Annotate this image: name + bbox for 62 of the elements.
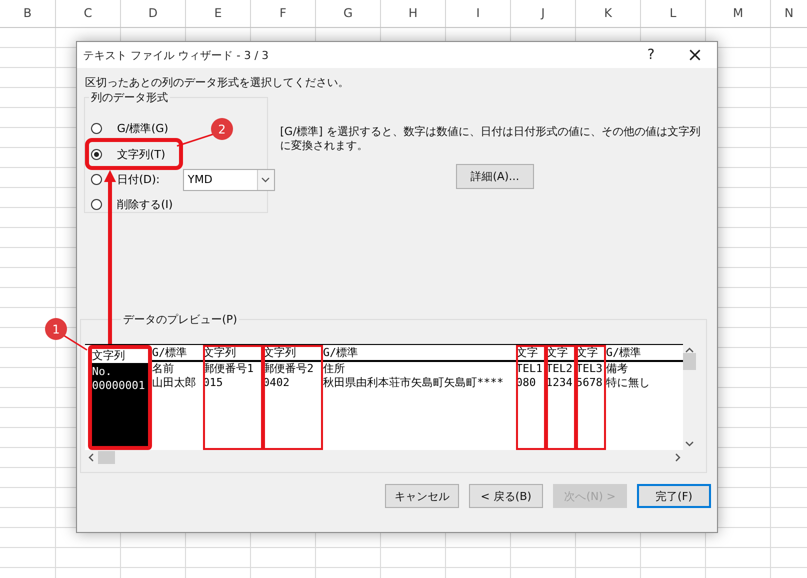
window-title: テキスト ファイル ウィザード - 3 / 3 xyxy=(83,48,270,62)
preview-column[interactable]: G/標準 備考 特に無し xyxy=(606,345,683,450)
table-cell-text: TEL1 xyxy=(516,362,544,376)
column-header[interactable]: C xyxy=(56,0,121,27)
radio-button[interactable] xyxy=(91,174,102,185)
column-header[interactable]: K xyxy=(576,0,641,27)
column-header[interactable]: D xyxy=(121,0,186,27)
group-label: 列のデータ形式 xyxy=(89,90,170,105)
scroll-up-icon[interactable] xyxy=(685,347,694,353)
column-header[interactable]: L xyxy=(641,0,706,27)
number-marker: 1 xyxy=(45,318,67,340)
radio-label[interactable]: 削除する(I) xyxy=(117,197,173,212)
date-format-dropdown[interactable]: YMD xyxy=(182,168,275,190)
column-type-header[interactable]: G/標準 xyxy=(606,345,683,362)
radio-label[interactable]: 日付(D): xyxy=(117,172,160,187)
preview-column[interactable]: G/標準 名前 山田太郎 xyxy=(152,345,203,450)
dialog-button[interactable]: 完了(F) xyxy=(637,484,711,508)
table-cell-text: 山田太郎 xyxy=(152,376,197,390)
scroll-thumb[interactable] xyxy=(98,451,115,464)
column-header[interactable]: N xyxy=(771,0,807,27)
radio-button[interactable] xyxy=(91,148,102,160)
radio-label[interactable]: G/標準(G) xyxy=(117,121,168,136)
group-label: データのプレビュー(P) xyxy=(121,312,240,327)
scroll-thumb[interactable] xyxy=(683,353,696,370)
scroll-right-icon[interactable] xyxy=(675,453,681,462)
number-marker: 2 xyxy=(211,118,233,140)
advanced-button[interactable]: 詳細(A)... xyxy=(456,164,534,189)
table-cell-text: TEL3 xyxy=(576,362,604,376)
table-cell-text: 秋田県由利本荘市矢島町矢島町**** xyxy=(323,376,504,390)
instruction-text: 区切ったあとの列のデータ形式を選択してください。 xyxy=(85,75,350,91)
radio-button[interactable] xyxy=(91,199,102,210)
scroll-left-icon[interactable] xyxy=(88,453,94,462)
dialog-button[interactable]: キャンセル xyxy=(385,484,459,508)
radio-label[interactable]: 文字列(T) xyxy=(117,146,166,162)
table-cell-text: 1234 xyxy=(546,376,574,390)
table-cell-text: No. xyxy=(92,365,113,379)
table-cell-text: 住所 xyxy=(323,362,346,376)
column-header[interactable]: E xyxy=(186,0,251,27)
help-button[interactable]: ? xyxy=(629,42,673,68)
column-header[interactable]: G xyxy=(316,0,381,27)
table-cell-text: TEL2 xyxy=(546,362,574,376)
column-type-header[interactable]: G/標準 xyxy=(152,345,203,362)
table-cell-text: 名前 xyxy=(152,362,175,376)
column-header[interactable]: I xyxy=(446,0,511,27)
column-header[interactable]: H xyxy=(381,0,446,27)
column-header[interactable]: B xyxy=(0,0,56,27)
scroll-down-icon[interactable] xyxy=(685,441,694,447)
column-header[interactable]: J xyxy=(511,0,576,27)
column-type-header[interactable]: G/標準 xyxy=(323,345,516,362)
table-cell-text: 00000001 xyxy=(92,379,146,393)
column-header[interactable]: F xyxy=(251,0,316,27)
radio-button[interactable] xyxy=(91,123,102,134)
dialog-button[interactable]: < 戻る(B) xyxy=(469,484,543,508)
description-text: [G/標準] を選択すると、数字は数値に、日付は日付形式の値に、その他の値は文字列に変換されます。 xyxy=(280,125,702,153)
preview-column[interactable]: G/標準 住所 秋田県由利本荘市矢島町矢島町**** xyxy=(323,345,516,450)
column-type-header[interactable]: 文字列 xyxy=(92,348,148,365)
leader-line xyxy=(62,334,88,351)
close-button[interactable]: × xyxy=(673,42,717,68)
column-header[interactable]: M xyxy=(706,0,771,27)
table-cell-text: 備考 xyxy=(606,362,629,376)
table-cell-text: 特に無し xyxy=(606,376,651,390)
caret-icon xyxy=(256,170,274,190)
